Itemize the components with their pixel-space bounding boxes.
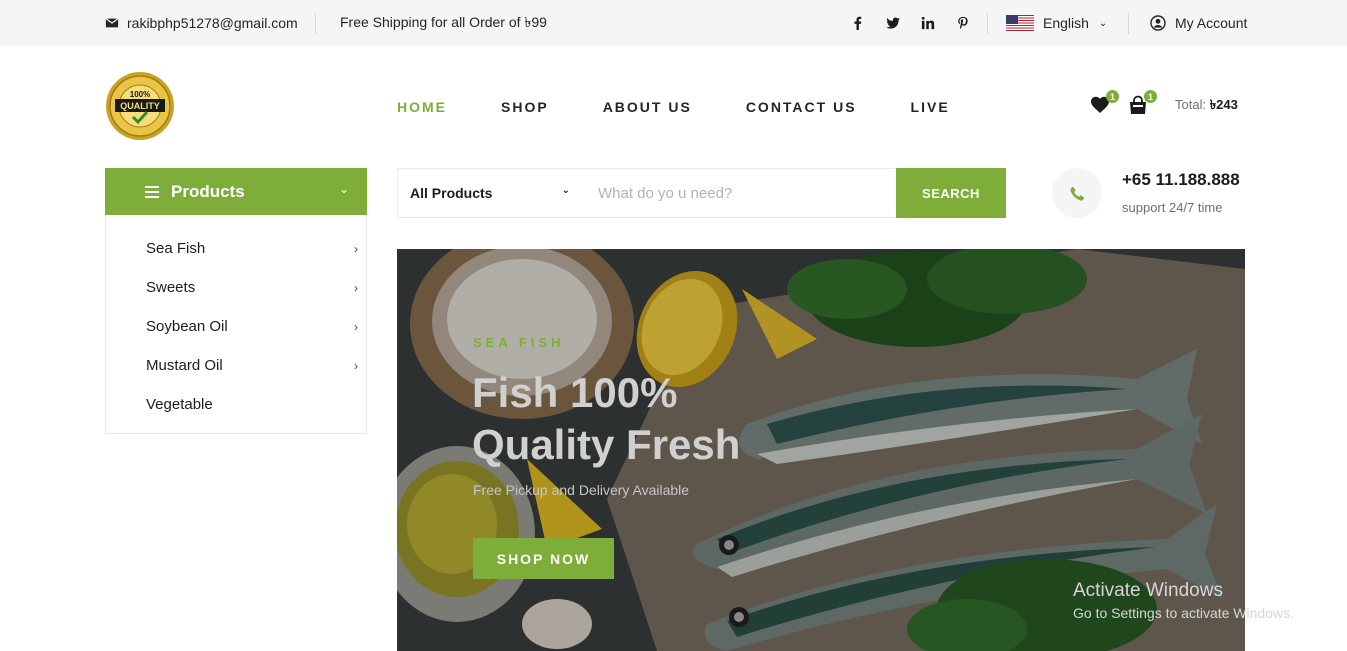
top-bar: rakibphp51278@gmail.com Free Shipping fo… <box>0 0 1347 46</box>
nav-live[interactable]: LIVE <box>911 99 950 115</box>
search-form: All Products ⌄ SEARCH <box>397 168 1006 218</box>
us-flag-icon <box>1006 15 1034 31</box>
nav-home[interactable]: HOME <box>397 99 447 115</box>
chevron-right-icon: › <box>354 359 358 373</box>
email-text: rakibphp51278@gmail.com <box>127 15 298 31</box>
chevron-right-icon: › <box>354 242 358 256</box>
hero-kicker: SEA FISH <box>473 335 565 350</box>
shipping-notice: Free Shipping for all Order of ৳99 <box>340 14 547 30</box>
twitter-icon[interactable] <box>883 13 903 33</box>
logo-quality: QUALITY <box>120 101 160 111</box>
nav-contact-us[interactable]: CONTACT US <box>746 99 857 115</box>
cart-total: Total: ৳243 <box>1175 96 1238 117</box>
nav-shop[interactable]: SHOP <box>501 99 549 115</box>
category-label: Soybean Oil <box>146 318 228 335</box>
chevron-right-icon: › <box>354 281 358 295</box>
my-account-link[interactable]: My Account <box>1150 0 1247 46</box>
divider <box>315 13 316 34</box>
divider <box>987 13 988 34</box>
divider <box>1128 13 1129 34</box>
activate-windows-title: Activate Windows <box>1073 580 1223 601</box>
wishlist-button[interactable]: 1 <box>1090 90 1119 115</box>
search-category-select[interactable]: All Products ⌄ <box>398 169 584 217</box>
cart-button[interactable]: 1 <box>1128 90 1157 115</box>
category-label: Vegetable <box>146 396 213 413</box>
support-text: support 24/7 time <box>1122 200 1223 215</box>
header-cart-area: 1 1 <box>1090 90 1166 118</box>
category-mustard-oil[interactable]: Mustard Oil › <box>106 346 366 385</box>
category-label: Mustard Oil <box>146 357 223 374</box>
chevron-right-icon: › <box>354 320 358 334</box>
category-soybean-oil[interactable]: Soybean Oil › <box>106 307 366 346</box>
search-button[interactable]: SEARCH <box>896 168 1006 218</box>
logo-percent: 100% <box>130 90 150 99</box>
hero-title: Fish 100% Quality Fresh <box>472 367 740 471</box>
hero-title-line: Quality Fresh <box>472 421 741 468</box>
envelope-icon <box>105 18 119 28</box>
chevron-down-icon: ⌄ <box>1098 17 1108 29</box>
total-label: Total: <box>1175 97 1207 112</box>
activate-windows-subtitle: Go to Settings to activate Windows. <box>1073 605 1294 621</box>
cart-count-badge: 1 <box>1144 90 1157 103</box>
wishlist-count-badge: 1 <box>1106 90 1119 103</box>
search-input[interactable] <box>584 169 897 217</box>
category-label: Sea Fish <box>146 240 206 257</box>
chevron-down-icon: ⌄ <box>338 182 349 196</box>
phone-icon-circle <box>1052 168 1102 218</box>
categories-toggle[interactable]: Products ⌄ <box>105 168 367 215</box>
categories-title: Products <box>171 181 245 201</box>
nav-about-us[interactable]: ABOUT US <box>603 99 692 115</box>
phone-icon <box>1069 186 1084 201</box>
header-email: rakibphp51278@gmail.com <box>105 0 298 46</box>
category-vegetable[interactable]: Vegetable <box>106 385 366 424</box>
facebook-icon[interactable] <box>848 13 868 33</box>
account-label: My Account <box>1175 15 1248 31</box>
hero-title-line: Fish 100% <box>472 369 678 416</box>
main-nav: HOME SHOP ABOUT US CONTACT US LIVE <box>397 96 1004 118</box>
chevron-down-icon: ⌄ <box>561 185 570 196</box>
categories-list: Sea Fish › Sweets › Soybean Oil › Mustar… <box>105 215 367 434</box>
shop-now-button[interactable]: SHOP NOW <box>473 538 614 579</box>
menu-icon <box>145 185 159 198</box>
hero-subtitle: Free Pickup and Delivery Available <box>473 482 690 498</box>
language-label: English <box>1043 15 1089 31</box>
total-value: ৳243 <box>1209 97 1238 112</box>
user-icon <box>1150 15 1166 31</box>
phone-number: +65 11.188.888 <box>1122 170 1240 189</box>
pinterest-icon[interactable] <box>953 13 973 33</box>
search-category-value: All Products <box>410 185 493 201</box>
language-selector[interactable]: English ⌄ <box>1006 0 1107 46</box>
social-links <box>848 0 988 46</box>
linkedin-icon[interactable] <box>918 13 938 33</box>
category-label: Sweets <box>146 279 196 296</box>
category-sweets[interactable]: Sweets › <box>106 268 366 307</box>
site-logo[interactable]: 100% QUALITY <box>105 71 175 141</box>
category-sea-fish[interactable]: Sea Fish › <box>106 229 366 268</box>
